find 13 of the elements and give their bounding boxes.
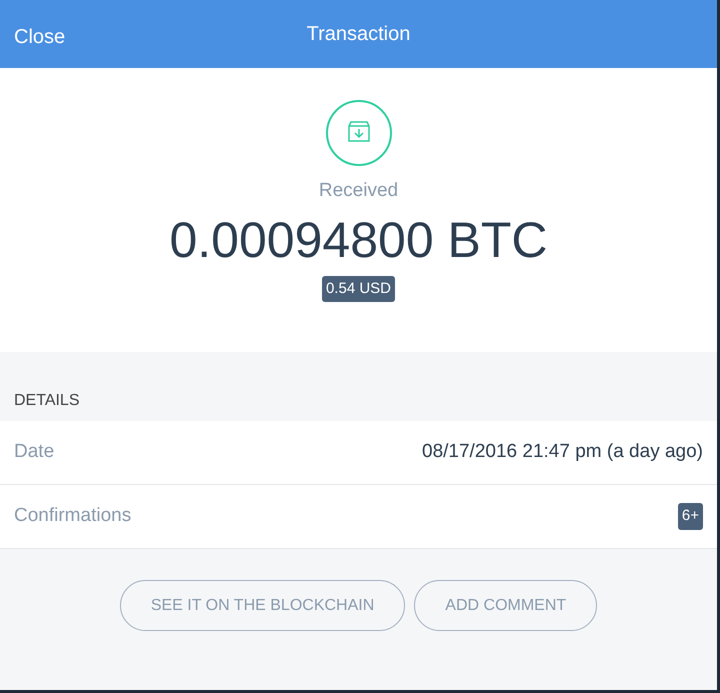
detail-label: Confirmations [14, 504, 132, 528]
action-button[interactable]: SEE IT ON THE BLOCKCHAIN [120, 580, 406, 631]
detail-value: 08/17/2016 21:47 pm (a day ago) [422, 440, 703, 464]
fiat-amount-badge: 0.54 USD [322, 276, 396, 302]
section-heading: DETAILS [13, 391, 80, 411]
count-badge: 6+ [678, 503, 703, 530]
received-icon [324, 99, 392, 167]
status-label: Received [318, 179, 398, 203]
window-title: Transaction [306, 22, 410, 47]
amount-text: 0.00094800 BTC [169, 212, 548, 268]
detail-label: Date [14, 440, 54, 464]
action-button[interactable]: ADD COMMENT [414, 580, 598, 631]
close-button[interactable]: Close [14, 22, 66, 52]
